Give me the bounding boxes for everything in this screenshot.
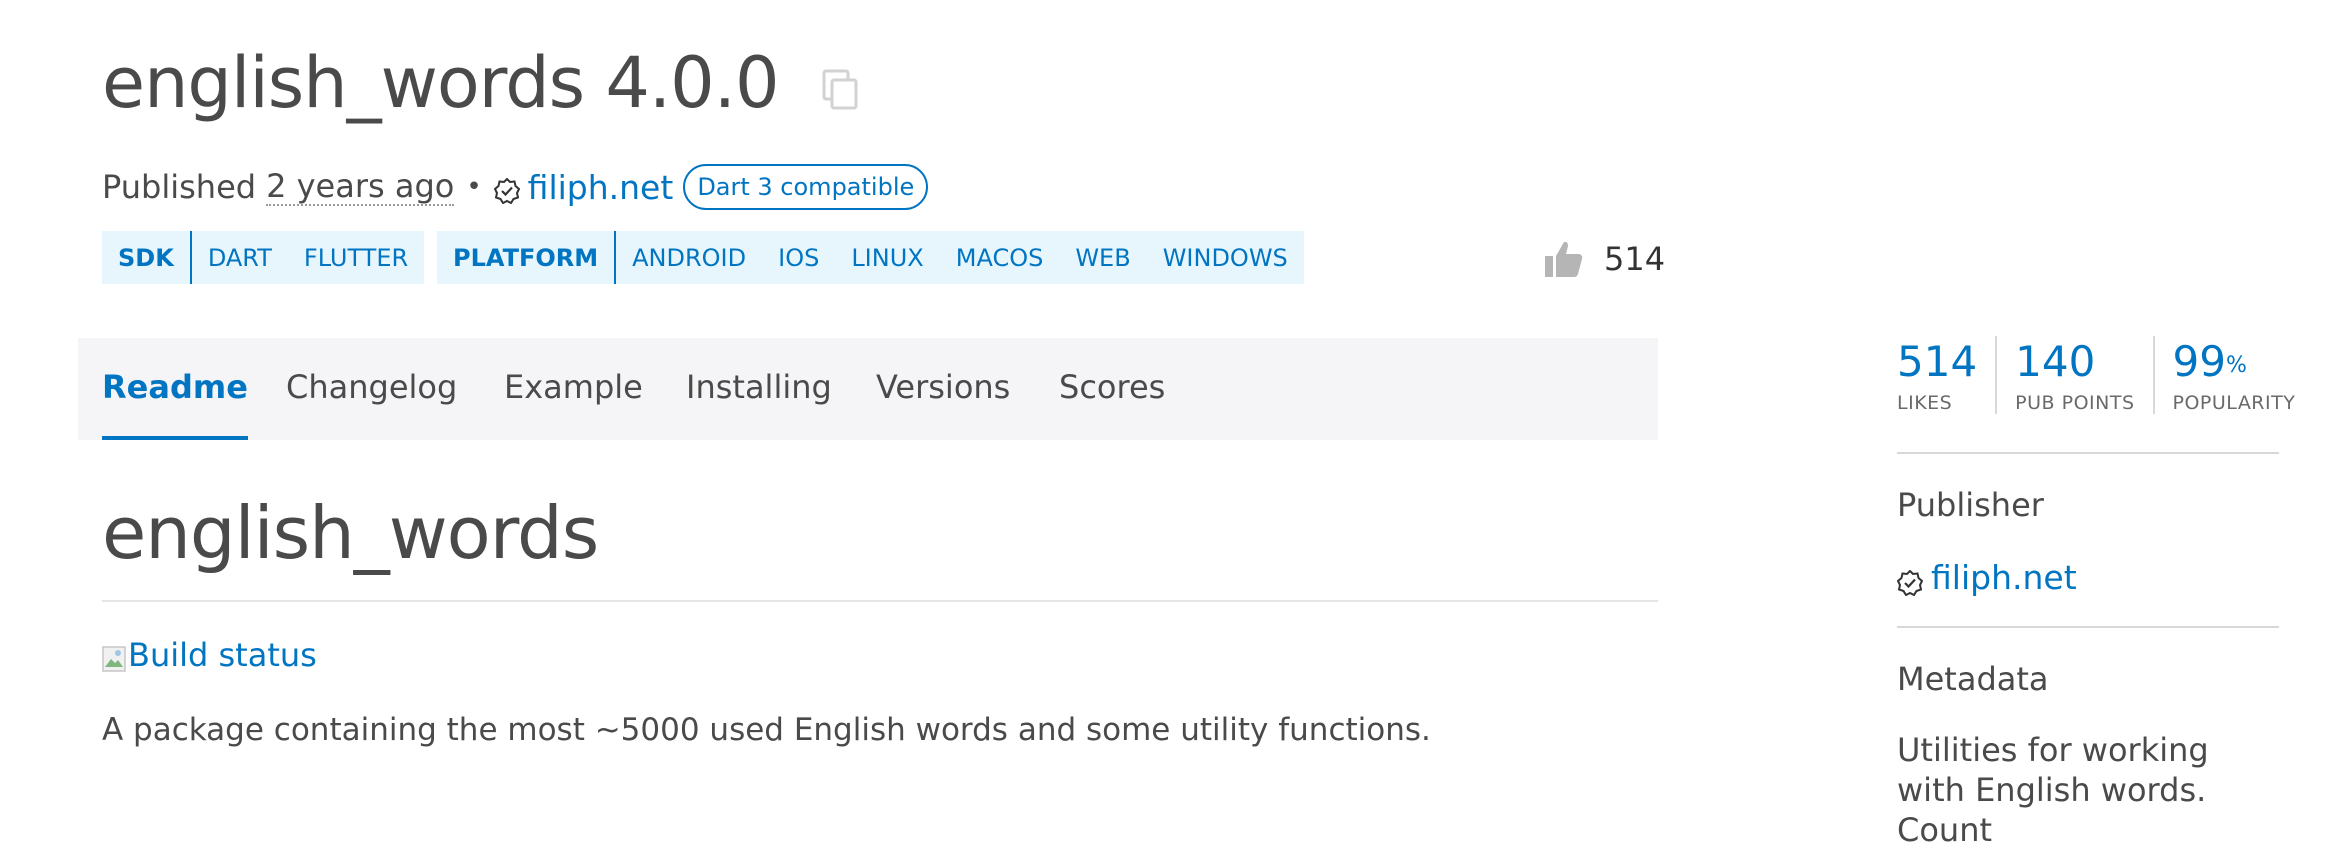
copy-icon[interactable] (821, 68, 861, 112)
platform-tag-linux[interactable]: LINUX (835, 231, 939, 284)
stat-popularity[interactable]: 99% POPULARITY (2152, 336, 2314, 414)
percent-sign: % (2225, 353, 2247, 378)
sdk-tag-flutter[interactable]: FLUTTER (288, 231, 424, 284)
published-info: Published 2 years ago • filiph.net Dart … (102, 164, 929, 210)
publisher-link[interactable]: filiph.net (528, 168, 674, 207)
readme-title: english_words (102, 491, 599, 575)
sidebar-publisher-link[interactable]: filiph.net (1931, 558, 2077, 597)
verified-publisher-icon (1896, 565, 1924, 596)
published-prefix: Published (102, 168, 257, 206)
dart3-compatible-badge[interactable]: Dart 3 compatible (683, 164, 929, 210)
platform-tag-windows[interactable]: WINDOWS (1147, 231, 1304, 284)
stat-likes[interactable]: 514 LIKES (1897, 336, 1995, 414)
metadata-heading: Metadata (1897, 660, 2049, 698)
tab-installing[interactable]: Installing (686, 338, 832, 440)
stat-popularity-value: 99% (2172, 337, 2247, 386)
verified-publisher-icon (493, 174, 520, 205)
stat-popularity-label: POPULARITY (2172, 392, 2296, 414)
stat-pub-points-value: 140 (2015, 337, 2096, 386)
package-title: english_words 4.0.0 (102, 42, 779, 124)
platform-tags: PLATFORM ANDROID IOS LINUX MACOS WEB WIN… (437, 231, 1304, 284)
tab-scores[interactable]: Scores (1059, 338, 1165, 440)
readme-divider (102, 600, 1658, 602)
sdk-tags: SDK DART FLUTTER (102, 231, 425, 284)
stat-likes-label: LIKES (1897, 392, 1953, 414)
published-ago: 2 years ago (266, 167, 455, 206)
tab-example[interactable]: Example (504, 338, 643, 440)
sidebar-divider (1897, 452, 2279, 454)
thumb-up-icon (1544, 240, 1584, 278)
bullet-separator: • (466, 172, 482, 202)
platform-tag-macos[interactable]: MACOS (940, 231, 1060, 284)
sidebar-publisher[interactable]: filiph.net (1896, 558, 2077, 597)
tab-versions[interactable]: Versions (876, 338, 1010, 440)
platform-tag-android[interactable]: ANDROID (616, 231, 762, 284)
stat-pub-points-label: PUB POINTS (2015, 392, 2135, 414)
package-header: english_words 4.0.0 (102, 38, 861, 128)
sidebar-divider (1897, 626, 2279, 628)
broken-image-icon (102, 642, 126, 672)
tab-changelog[interactable]: Changelog (286, 338, 457, 440)
stat-pub-points[interactable]: 140 PUB POINTS (1995, 336, 2152, 414)
publisher-heading: Publisher (1897, 486, 2044, 524)
build-status-alt-text: Build status (128, 636, 317, 674)
build-status-badge[interactable]: Build status (102, 636, 317, 674)
tab-readme[interactable]: Readme (102, 338, 248, 440)
platform-tag-ios[interactable]: IOS (762, 231, 835, 284)
like-button[interactable]: 514 (1544, 240, 1665, 278)
score-stats[interactable]: 514 LIKES 140 PUB POINTS 99% POPULARITY (1897, 336, 2313, 414)
stat-likes-value: 514 (1897, 337, 1978, 386)
platform-tag-web[interactable]: WEB (1059, 231, 1146, 284)
like-count: 514 (1604, 240, 1666, 278)
readme-description: A package containing the most ~5000 used… (102, 712, 1431, 748)
metadata-description: Utilities for working with English words… (1897, 731, 2209, 849)
sdk-tag-label[interactable]: SDK (102, 231, 192, 284)
sdk-tag-dart[interactable]: DART (192, 231, 288, 284)
platform-tag-label[interactable]: PLATFORM (437, 231, 617, 284)
detail-tabs: Readme Changelog Example Installing Vers… (78, 338, 1658, 440)
